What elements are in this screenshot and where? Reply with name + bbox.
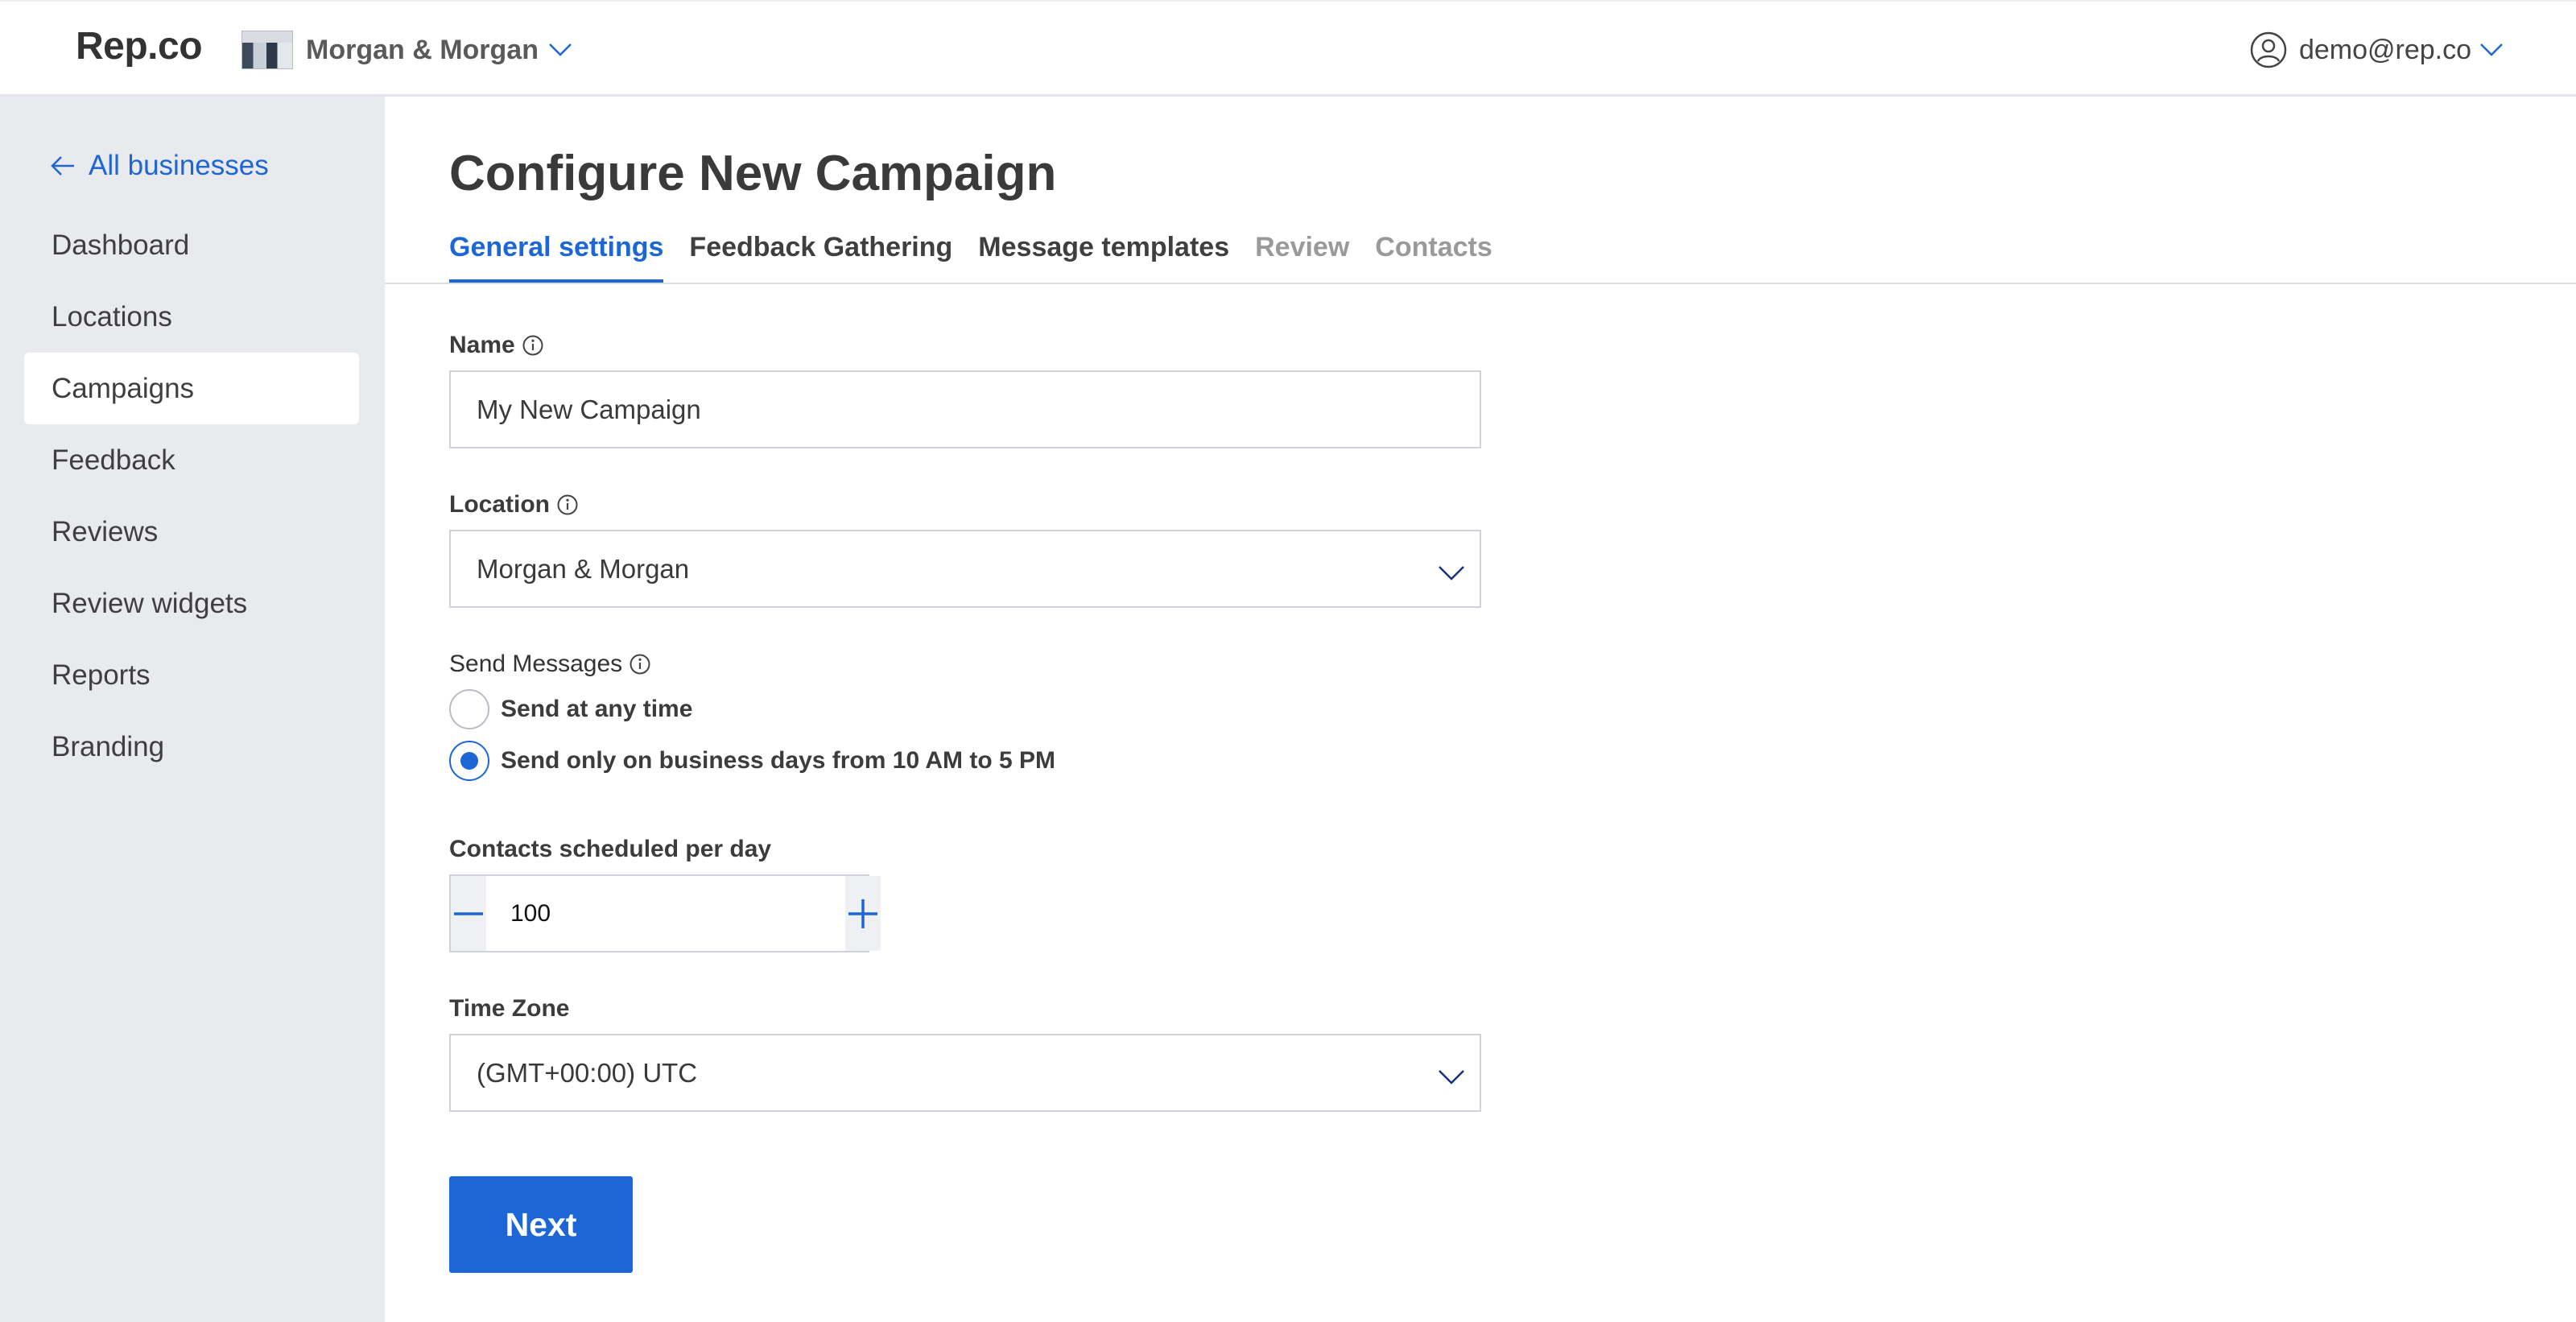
send-messages-label-text: Send Messages (449, 651, 623, 677)
send-business-days-option[interactable]: Send only on business days from 10 AM to… (449, 741, 1055, 781)
business-thumbnail (242, 31, 293, 69)
tab-review: Review (1255, 232, 1350, 262)
sidebar-item-locations[interactable]: Locations (24, 281, 359, 353)
sidebar-item-reviews[interactable]: Reviews (24, 496, 359, 568)
user-circle-icon (2250, 31, 2287, 68)
contacts-per-day-field-label: Contacts scheduled per day (449, 836, 771, 863)
tab-message-templates[interactable]: Message templates (978, 227, 1229, 283)
campaign-tabs: General settings Feedback Gathering Mess… (449, 227, 1518, 283)
name-field-label: Name (449, 332, 544, 359)
plus-icon (848, 899, 877, 928)
main-content: Configure New Campaign General settings … (385, 97, 2576, 1322)
app-logo[interactable]: Rep.co (76, 24, 203, 68)
time-zone-label-text: Time Zone (449, 995, 570, 1022)
info-icon[interactable] (522, 334, 544, 357)
page-title: Configure New Campaign (449, 146, 1057, 201)
time-zone-selected-value: (GMT+00:00) UTC (477, 1057, 698, 1088)
top-bar: Rep.co Morgan & Morgan demo@rep.co (0, 0, 2576, 97)
contacts-per-day-input[interactable] (486, 876, 845, 951)
send-business-days-radio[interactable] (449, 741, 489, 781)
send-any-time-radio[interactable] (449, 689, 489, 729)
location-selected-value: Morgan & Morgan (477, 553, 690, 584)
decrement-button[interactable] (451, 876, 486, 951)
send-any-time-label: Send at any time (501, 696, 693, 722)
send-business-days-label: Send only on business days from 10 AM to… (501, 747, 1056, 774)
chevron-down-icon (1438, 559, 1465, 589)
time-zone-select[interactable]: (GMT+00:00) UTC (449, 1034, 1481, 1112)
chevron-down-icon (549, 43, 572, 56)
location-field-label: Location (449, 491, 579, 518)
business-name: Morgan & Morgan (306, 34, 539, 65)
all-businesses-link[interactable]: All businesses (50, 142, 269, 190)
increment-button[interactable] (845, 876, 881, 951)
business-switcher[interactable]: Morgan & Morgan (242, 29, 572, 71)
name-input[interactable] (449, 370, 1481, 448)
tab-contacts: Contacts (1375, 232, 1492, 262)
send-any-time-option[interactable]: Send at any time (449, 689, 692, 729)
user-email: demo@rep.co (2298, 34, 2471, 65)
sidebar-item-dashboard[interactable]: Dashboard (24, 209, 359, 281)
tab-feedback-gathering[interactable]: Feedback Gathering (689, 227, 952, 283)
minus-icon (454, 911, 483, 915)
tab-general-settings[interactable]: General settings (449, 227, 664, 283)
tabs-divider (385, 283, 2576, 284)
contacts-per-day-stepper (449, 874, 881, 952)
location-select[interactable]: Morgan & Morgan (449, 530, 1481, 608)
arrow-left-icon (51, 156, 74, 176)
info-icon[interactable] (556, 494, 579, 516)
chevron-down-icon (2480, 43, 2503, 56)
sidebar-item-review-widgets[interactable]: Review widgets (24, 568, 359, 639)
sidebar-nav: Dashboard Locations Campaigns Feedback R… (24, 209, 359, 783)
sidebar-item-feedback[interactable]: Feedback (24, 424, 359, 496)
chevron-down-icon (1438, 1063, 1465, 1093)
send-messages-field-label: Send Messages (449, 651, 651, 678)
sidebar-item-branding[interactable]: Branding (24, 711, 359, 783)
next-button[interactable]: Next (449, 1176, 633, 1273)
sidebar-item-campaigns[interactable]: Campaigns (24, 353, 359, 424)
name-label-text: Name (449, 332, 515, 358)
user-menu[interactable]: demo@rep.co (2249, 27, 2504, 72)
contacts-per-day-label-text: Contacts scheduled per day (449, 836, 772, 862)
info-icon[interactable] (629, 653, 651, 675)
time-zone-field-label: Time Zone (449, 995, 569, 1022)
all-businesses-label: All businesses (89, 150, 269, 181)
sidebar: All businesses Dashboard Locations Campa… (0, 97, 385, 1322)
location-label-text: Location (449, 491, 550, 518)
sidebar-item-reports[interactable]: Reports (24, 639, 359, 711)
